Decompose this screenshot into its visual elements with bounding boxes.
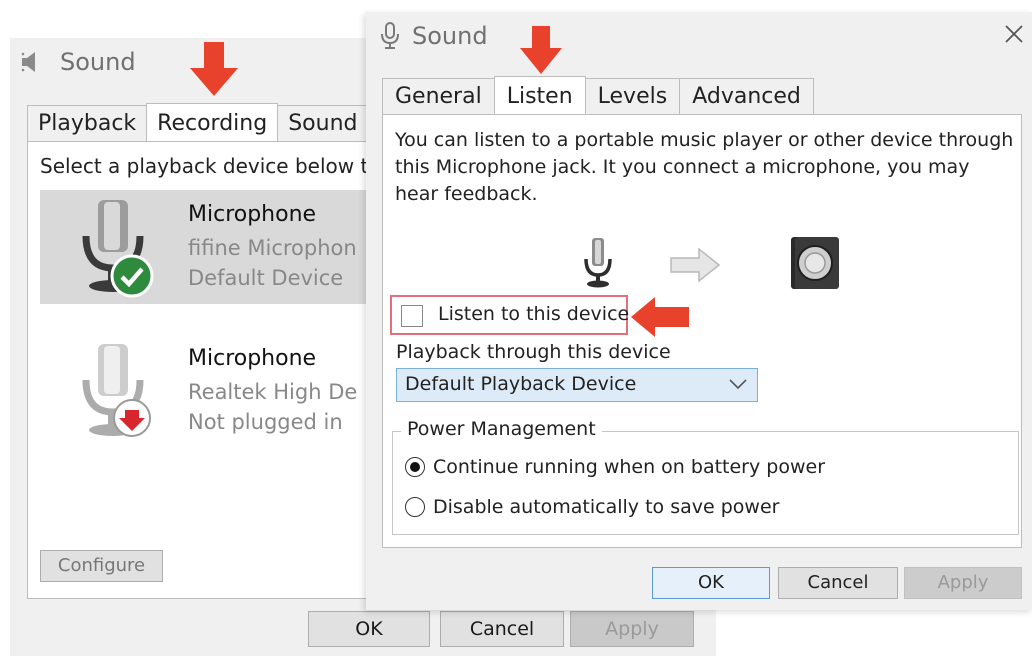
playback-device-select[interactable]: Default Playback Device: [396, 368, 758, 402]
radio-label: Disable automatically to save power: [433, 496, 780, 518]
device-description: Realtek High De: [188, 380, 358, 404]
configure-button[interactable]: Configure: [40, 550, 163, 582]
playback-device-value: Default Playback Device: [405, 373, 637, 395]
tab-playback[interactable]: Playback: [27, 105, 148, 141]
listen-description: You can listen to a portable music playe…: [395, 129, 1014, 205]
radio-button[interactable]: [405, 457, 425, 477]
device-status: Default Device: [188, 266, 344, 290]
radio-button[interactable]: [405, 497, 425, 517]
red-arrow-icon: [190, 42, 238, 96]
cancel-button[interactable]: Cancel: [440, 611, 564, 647]
instructions-text: Select a playback device below to: [40, 154, 373, 178]
ok-button[interactable]: OK: [308, 611, 430, 647]
device-name: Microphone: [188, 346, 317, 371]
listen-checkbox[interactable]: [401, 305, 423, 327]
device-status: Not plugged in: [188, 410, 343, 434]
properties-titlebar: Sound: [380, 16, 488, 56]
chevron-down-icon: [729, 379, 747, 390]
speaker-icon: [21, 52, 35, 72]
apply-button[interactable]: Apply: [904, 567, 1022, 599]
tab-sounds[interactable]: Sound: [277, 105, 369, 141]
cancel-button[interactable]: Cancel: [778, 567, 898, 599]
playback-device-label: Playback through this device: [396, 341, 671, 363]
close-icon[interactable]: [1002, 22, 1026, 46]
tab-general[interactable]: General: [382, 78, 495, 114]
tab-levels[interactable]: Levels: [584, 78, 681, 114]
speaker-icon: [791, 237, 839, 289]
device-item-realtek[interactable]: Microphone Realtek High De Not plugged i…: [40, 334, 373, 448]
power-management-group: Power Management Continue running when o…: [392, 418, 1019, 535]
tab-listen[interactable]: Listen: [493, 76, 586, 114]
check-circle-icon: [110, 254, 154, 298]
right-arrow-icon: [670, 247, 721, 283]
properties-tab-strip: General Listen Levels Advanced: [382, 76, 814, 114]
red-arrow-icon: [631, 297, 689, 337]
listen-to-device-option: Listen to this device: [390, 295, 629, 335]
listen-checkbox-label[interactable]: Listen to this device: [438, 303, 629, 325]
listen-flow-illustration: [583, 233, 853, 293]
recording-tab-strip: Playback Recording Sound: [27, 103, 369, 141]
tab-recording[interactable]: Recording: [146, 103, 279, 141]
device-item-fifine[interactable]: Microphone fifine Microphon Default Devi…: [40, 190, 373, 304]
recording-panel: Select a playback device below to Microp…: [27, 141, 373, 599]
power-management-label: Power Management: [401, 418, 602, 440]
radio-continue-running[interactable]: Continue running when on battery power: [405, 456, 825, 478]
window-title: Sound: [412, 22, 488, 50]
tab-advanced[interactable]: Advanced: [679, 78, 814, 114]
red-arrow-icon: [520, 26, 562, 74]
radio-disable-automatically[interactable]: Disable automatically to save power: [405, 496, 779, 518]
device-name: Microphone: [188, 202, 317, 227]
radio-label: Continue running when on battery power: [433, 456, 826, 478]
microphone-icon: [381, 22, 399, 49]
listen-panel: You can listen to a portable music playe…: [382, 114, 1022, 548]
recording-dialog-titlebar: Sound: [20, 44, 136, 80]
ok-button[interactable]: OK: [652, 567, 770, 599]
down-arrow-circle-icon: [113, 399, 151, 437]
apply-button[interactable]: Apply: [570, 611, 694, 647]
window-title: Sound: [60, 48, 136, 76]
microphone-properties-dialog: Sound General Listen Levels Advanced You…: [366, 12, 1032, 610]
device-description: fifine Microphon: [188, 236, 357, 260]
microphone-icon: [584, 238, 612, 288]
